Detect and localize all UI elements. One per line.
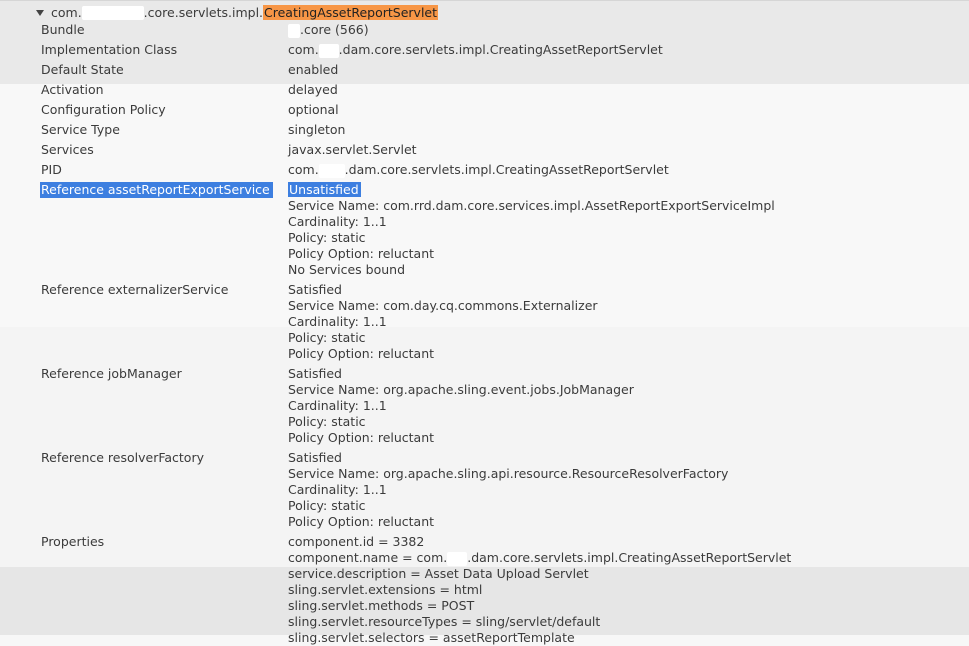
- detail-values: optional: [288, 102, 339, 118]
- background-band: [0, 327, 969, 567]
- detail-value-line: Satisfied: [288, 282, 342, 297]
- detail-value-line: service.description = Asset Data Upload …: [288, 566, 589, 581]
- detail-label: Bundle: [41, 22, 85, 37]
- detail-label: Activation: [41, 82, 104, 97]
- detail-label: Properties: [41, 534, 105, 549]
- detail-value-line: Policy Option: reluctant: [288, 246, 435, 261]
- redacted-region: [318, 163, 345, 178]
- detail-label: PID: [41, 162, 62, 177]
- detail-value-line: sling.servlet.resourceTypes = sling/serv…: [288, 614, 601, 629]
- detail-value-line: Policy: static: [288, 414, 366, 429]
- detail-label: Services: [41, 142, 94, 157]
- detail-values: com. .dam.core.servlets.impl.CreatingAsse…: [288, 42, 663, 58]
- component-header[interactable]: com. .core.servlets.impl. CreatingAssetR…: [36, 4, 439, 21]
- detail-value-line: Policy: static: [288, 330, 366, 345]
- header-prefix: com.: [51, 5, 82, 20]
- value-prefix: com.: [288, 42, 319, 57]
- value-suffix: .dam.core.servlets.impl.CreatingAssetRep…: [338, 42, 663, 57]
- detail-values: com. .dam.core.servlets.impl.CreatingAsse…: [288, 162, 669, 178]
- detail-value-line: optional: [288, 102, 339, 117]
- value-suffix: .dam.core.servlets.impl.CreatingAssetRep…: [344, 162, 669, 177]
- detail-label: Reference resolverFactory: [41, 450, 204, 465]
- detail-value-line: Policy Option: reluctant: [288, 430, 435, 445]
- detail-value-line: Policy Option: reluctant: [288, 514, 435, 529]
- detail-label: Implementation Class: [41, 42, 178, 57]
- detail-value-line: Cardinality: 1..1: [288, 398, 387, 413]
- value-suffix: .core (566): [300, 22, 369, 37]
- redacted-region: [318, 43, 339, 58]
- detail-values: javax.servlet.Servlet: [288, 142, 417, 158]
- detail-value-line: component.id = 3382: [288, 534, 425, 549]
- detail-values: Satisfied Service Name: org.apache.sling.…: [288, 450, 728, 530]
- detail-label: Reference jobManager: [41, 366, 182, 381]
- detail-value-line: sling.servlet.selectors = assetReportTem…: [288, 630, 575, 645]
- redacted-region: [288, 23, 300, 38]
- detail-value-line: Service Name: org.apache.sling.event.job…: [288, 382, 634, 397]
- detail-value-line: delayed: [288, 82, 338, 97]
- collapse-triangle-icon[interactable]: [36, 9, 44, 16]
- detail-values: Satisfied Service Name: org.apache.sling.…: [288, 366, 634, 446]
- header-middle: .core.servlets.impl.: [143, 5, 264, 20]
- detail-value-line: Service Name: com.rrd.dam.core.services.…: [288, 198, 775, 213]
- detail-label: Reference assetReportExportService: [40, 182, 273, 198]
- status-selected: Unsatisfied: [288, 182, 361, 197]
- detail-values: singleton: [288, 122, 345, 138]
- detail-values: enabled: [288, 62, 338, 78]
- detail-label: Service Type: [41, 122, 120, 137]
- detail-value-line: Satisfied: [288, 366, 342, 381]
- detail-value-line: .core (566): [288, 22, 369, 38]
- detail-value-line: Cardinality: 1..1: [288, 482, 387, 497]
- value-suffix: .dam.core.servlets.impl.CreatingAssetRep…: [467, 550, 792, 565]
- detail-value-line: Policy: static: [288, 498, 366, 513]
- detail-label: Configuration Policy: [41, 102, 166, 117]
- detail-value-line: Policy Option: reluctant: [288, 346, 435, 361]
- detail-value-line: No Services bound: [288, 262, 406, 277]
- detail-value-line: javax.servlet.Servlet: [288, 142, 417, 157]
- detail-value-line: Service Name: org.apache.sling.api.resou…: [288, 466, 729, 481]
- header-highlight: CreatingAssetReportServlet: [263, 5, 439, 20]
- detail-values: component.id = 3382 component.name = com.…: [288, 534, 791, 646]
- detail-values: delayed: [288, 82, 338, 98]
- detail-value-line: Unsatisfied: [288, 182, 775, 198]
- detail-value-line: Satisfied: [288, 450, 342, 465]
- detail-value-line: component.name = com. .dam.core.servlets.…: [288, 550, 791, 566]
- detail-values: .core (566): [288, 22, 369, 38]
- detail-value-line: Cardinality: 1..1: [288, 214, 387, 229]
- redacted-region: [81, 5, 144, 20]
- detail-value-line: com. .dam.core.servlets.impl.CreatingAsse…: [288, 162, 669, 178]
- detail-values: Satisfied Service Name: com.day.cq.common…: [288, 282, 598, 362]
- detail-value-line: Cardinality: 1..1: [288, 314, 387, 329]
- value-prefix: component.name = com.: [288, 550, 448, 565]
- detail-label: Default State: [41, 62, 124, 77]
- detail-value-line: Policy: static: [288, 230, 366, 245]
- detail-value-line: Service Name: com.day.cq.commons.Externa…: [288, 298, 598, 313]
- top-divider: [0, 0, 969, 1]
- detail-values: Unsatisfied Service Name: com.rrd.dam.cor…: [288, 182, 775, 278]
- value-prefix: com.: [288, 162, 319, 177]
- detail-value-line: enabled: [288, 62, 339, 77]
- detail-label: Reference externalizerService: [41, 282, 229, 297]
- detail-value-line: sling.servlet.extensions = html: [288, 582, 483, 597]
- detail-value-line: sling.servlet.methods = POST: [288, 598, 475, 613]
- detail-value-line: com. .dam.core.servlets.impl.CreatingAsse…: [288, 42, 663, 58]
- detail-value-line: singleton: [288, 122, 346, 137]
- redacted-region: [447, 551, 468, 566]
